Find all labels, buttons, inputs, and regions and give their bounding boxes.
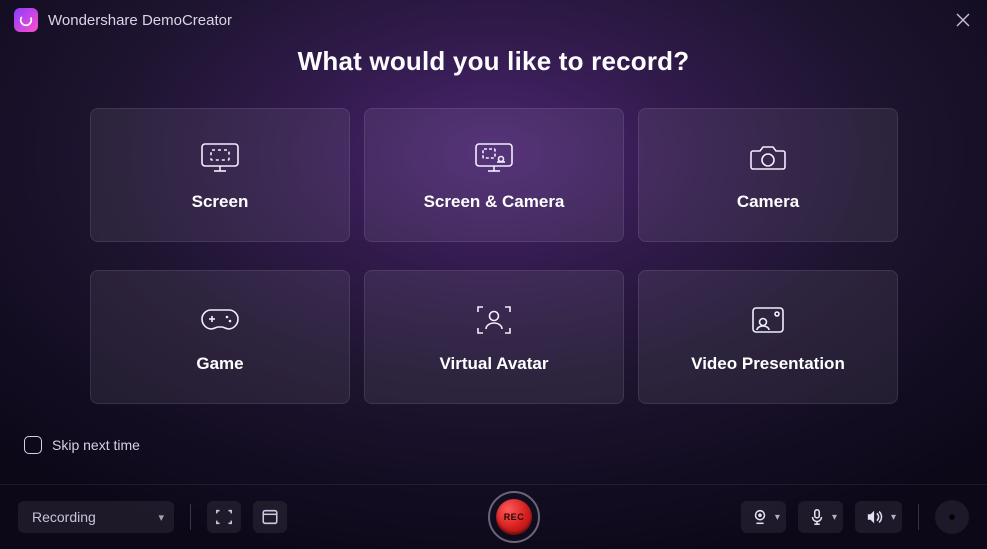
page-heading: What would you like to record?: [0, 46, 987, 77]
window-select-button[interactable]: [253, 501, 287, 533]
skip-label: Skip next time: [52, 437, 140, 453]
record-button-inner: REC: [496, 499, 532, 535]
mode-dropdown[interactable]: Recording ▾: [18, 501, 174, 533]
footer-bar: Recording ▾ REC ▾ ▾: [0, 484, 987, 549]
mode-label: Recording: [32, 509, 96, 525]
app-title: Wondershare DemoCreator: [48, 12, 232, 29]
option-screen[interactable]: Screen: [90, 108, 350, 242]
option-label: Camera: [737, 192, 799, 212]
option-video-presentation[interactable]: Video Presentation: [638, 270, 898, 404]
checkbox-box: [24, 436, 42, 454]
option-label: Game: [196, 354, 243, 374]
settings-button[interactable]: [935, 500, 969, 534]
presentation-icon: [745, 300, 791, 340]
option-label: Video Presentation: [691, 354, 845, 374]
title-bar: Wondershare DemoCreator: [0, 0, 987, 40]
avatar-icon: [471, 300, 517, 340]
webcam-dropdown[interactable]: ▾: [741, 501, 786, 533]
separator: [190, 504, 191, 530]
screen-icon: [197, 138, 243, 178]
close-button[interactable]: [953, 10, 973, 30]
record-options-grid: Screen Screen & Camera Camera: [90, 108, 900, 404]
speaker-dropdown[interactable]: ▾: [855, 501, 902, 533]
capture-area-button[interactable]: [207, 501, 241, 533]
record-label: REC: [504, 512, 525, 522]
skip-next-time-checkbox[interactable]: Skip next time: [24, 436, 140, 454]
microphone-dropdown[interactable]: ▾: [798, 501, 843, 533]
option-screen-camera[interactable]: Screen & Camera: [364, 108, 624, 242]
option-label: Virtual Avatar: [440, 354, 549, 374]
gamepad-icon: [197, 300, 243, 340]
record-button[interactable]: REC: [488, 491, 540, 543]
option-virtual-avatar[interactable]: Virtual Avatar: [364, 270, 624, 404]
chevron-down-icon: ▾: [891, 512, 896, 523]
screen-camera-icon: [471, 138, 517, 178]
chevron-down-icon: ▾: [832, 512, 837, 523]
option-game[interactable]: Game: [90, 270, 350, 404]
option-camera[interactable]: Camera: [638, 108, 898, 242]
chevron-down-icon: ▾: [158, 511, 164, 524]
option-label: Screen: [192, 192, 249, 212]
camera-icon: [745, 138, 791, 178]
app-logo: [14, 8, 38, 32]
option-label: Screen & Camera: [424, 192, 565, 212]
chevron-down-icon: ▾: [775, 512, 780, 523]
separator: [918, 504, 919, 530]
